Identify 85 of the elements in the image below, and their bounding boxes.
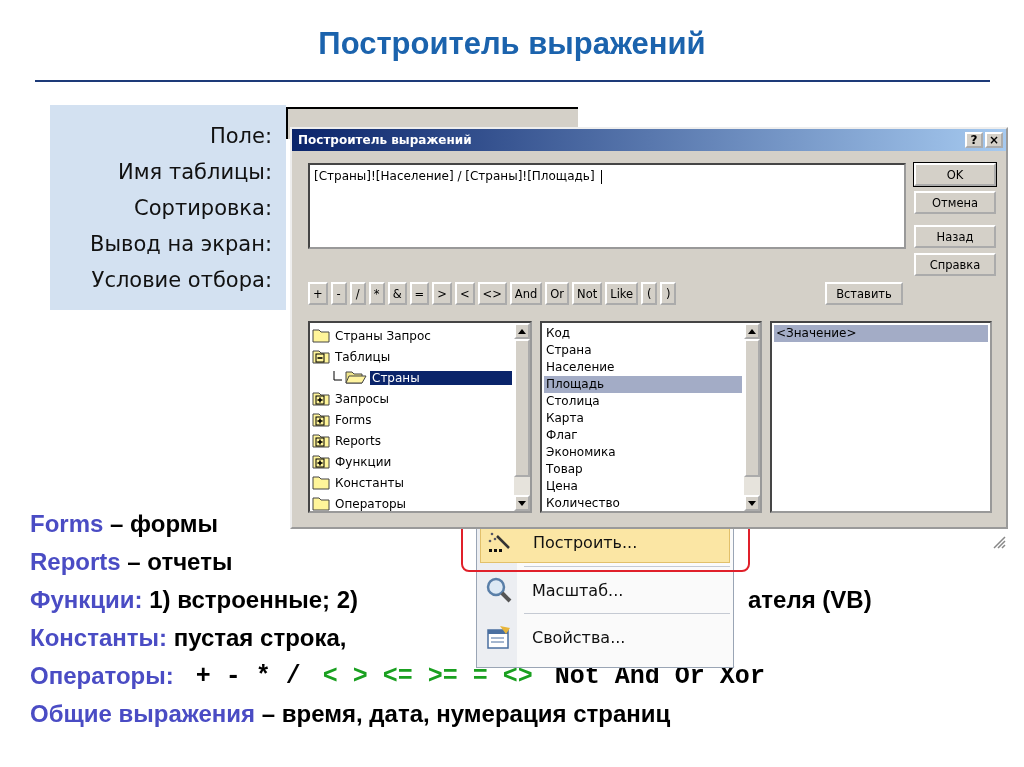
- expression-field[interactable]: [Страны]![Население] / [Страны]![Площадь]: [308, 163, 906, 249]
- scroll-up-icon[interactable]: [748, 328, 756, 334]
- folder-icon: [312, 496, 330, 511]
- note-text: Константы:: [30, 624, 167, 652]
- note-text: Операторы:: [30, 662, 174, 690]
- scroll-down-icon[interactable]: [748, 500, 756, 506]
- dialog-button[interactable]: Отмена: [914, 191, 996, 214]
- note-text: Функции:: [30, 586, 143, 614]
- help-button[interactable]: ?: [965, 132, 983, 148]
- scrollbar[interactable]: [514, 323, 530, 511]
- insert-button[interactable]: Вставить: [825, 282, 903, 305]
- tree-item[interactable]: Страны Запрос: [333, 328, 433, 343]
- note-text: Forms: [30, 510, 104, 538]
- folder-icon: [312, 475, 330, 490]
- list-item[interactable]: Флаг: [544, 427, 742, 444]
- resize-grip-icon[interactable]: [992, 535, 1006, 549]
- field-label: Условие отбора:: [91, 266, 272, 294]
- list-item[interactable]: Население: [544, 359, 742, 376]
- tree-item[interactable]: Таблицы: [333, 349, 393, 364]
- list-item[interactable]: Столица: [544, 393, 742, 410]
- folder-icon: [312, 328, 330, 343]
- operator-button[interactable]: =: [409, 282, 430, 305]
- expand-folder-icon[interactable]: [312, 412, 330, 427]
- operator-button[interactable]: *: [368, 282, 385, 305]
- tree-item[interactable]: Forms: [333, 412, 374, 427]
- slide-title: Построитель выражений: [318, 26, 706, 62]
- field-label: Сортировка:: [134, 194, 272, 222]
- properties-icon: [486, 624, 512, 650]
- operator-button[interactable]: <: [454, 282, 475, 305]
- list-item[interactable]: Карта: [544, 410, 742, 427]
- close-button[interactable]: ×: [985, 132, 1003, 148]
- note-text: Общие выражения: [30, 700, 256, 728]
- expand-folder-icon[interactable]: [312, 454, 330, 469]
- operator-button[interactable]: Like: [605, 282, 639, 305]
- list-item[interactable]: Код: [544, 325, 742, 342]
- note-text: – отчеты: [126, 548, 233, 576]
- list-item[interactable]: Экономика: [544, 444, 742, 461]
- operator-button[interactable]: (: [641, 282, 658, 305]
- open-folder-icon: [345, 370, 367, 385]
- operator-button[interactable]: /: [349, 282, 366, 305]
- field-label: Вывод на экран:: [90, 230, 272, 258]
- expand-folder-icon[interactable]: [312, 433, 330, 448]
- dialog-button[interactable]: Справка: [914, 253, 996, 276]
- list-item[interactable]: Цена: [544, 478, 742, 495]
- note-text: – время, дата, нумерация страниц: [260, 700, 671, 728]
- window-title: Построитель выражений: [298, 133, 473, 147]
- note-text: + - * /: [195, 661, 301, 691]
- tree-item[interactable]: Константы: [333, 475, 406, 490]
- menu-item[interactable]: Масштаб...: [480, 570, 730, 610]
- note-text: пустая строка,: [172, 624, 347, 652]
- note-text: 1) встроенные; 2): [148, 586, 359, 614]
- collapse-folder-icon[interactable]: [312, 349, 330, 364]
- scroll-up-icon[interactable]: [518, 328, 526, 334]
- field-label: Поле:: [209, 122, 272, 150]
- list-item[interactable]: Страна: [544, 342, 742, 359]
- magnifier-icon: [486, 577, 512, 603]
- dialog-button[interactable]: OK: [914, 163, 996, 186]
- menu-item[interactable]: Свойства...: [480, 617, 730, 657]
- operator-button[interactable]: Not: [572, 282, 603, 305]
- tree-item[interactable]: Функции: [333, 454, 394, 469]
- operator-button[interactable]: <>: [477, 282, 507, 305]
- list-item[interactable]: <Значение>: [774, 325, 988, 342]
- list-item[interactable]: Площадь: [544, 376, 742, 393]
- scrollbar[interactable]: [744, 323, 760, 511]
- operator-button[interactable]: &: [387, 282, 407, 305]
- operator-button[interactable]: -: [330, 282, 347, 305]
- operator-button[interactable]: ): [660, 282, 677, 305]
- note-text: ателя (VB): [748, 586, 872, 614]
- list-item[interactable]: Товар: [544, 461, 742, 478]
- list-item[interactable]: Количество: [544, 495, 742, 511]
- note-text: < > <= >= = <>: [322, 661, 533, 691]
- tree-item[interactable]: Reports: [333, 433, 384, 448]
- dialog-button[interactable]: Назад: [914, 225, 996, 248]
- tree-item[interactable]: Страны: [370, 370, 512, 385]
- operator-button[interactable]: +: [308, 282, 328, 305]
- note-text: – формы: [109, 510, 218, 538]
- field-label: Имя таблицы:: [118, 158, 272, 186]
- expand-folder-icon[interactable]: [312, 391, 330, 406]
- tree-item[interactable]: Операторы: [333, 496, 409, 511]
- operator-button[interactable]: And: [509, 282, 543, 305]
- operator-button[interactable]: >: [432, 282, 452, 305]
- note-text: Reports: [30, 548, 121, 576]
- tree-item[interactable]: Запросы: [333, 391, 391, 406]
- scroll-down-icon[interactable]: [518, 500, 526, 506]
- operator-button[interactable]: Or: [545, 282, 570, 305]
